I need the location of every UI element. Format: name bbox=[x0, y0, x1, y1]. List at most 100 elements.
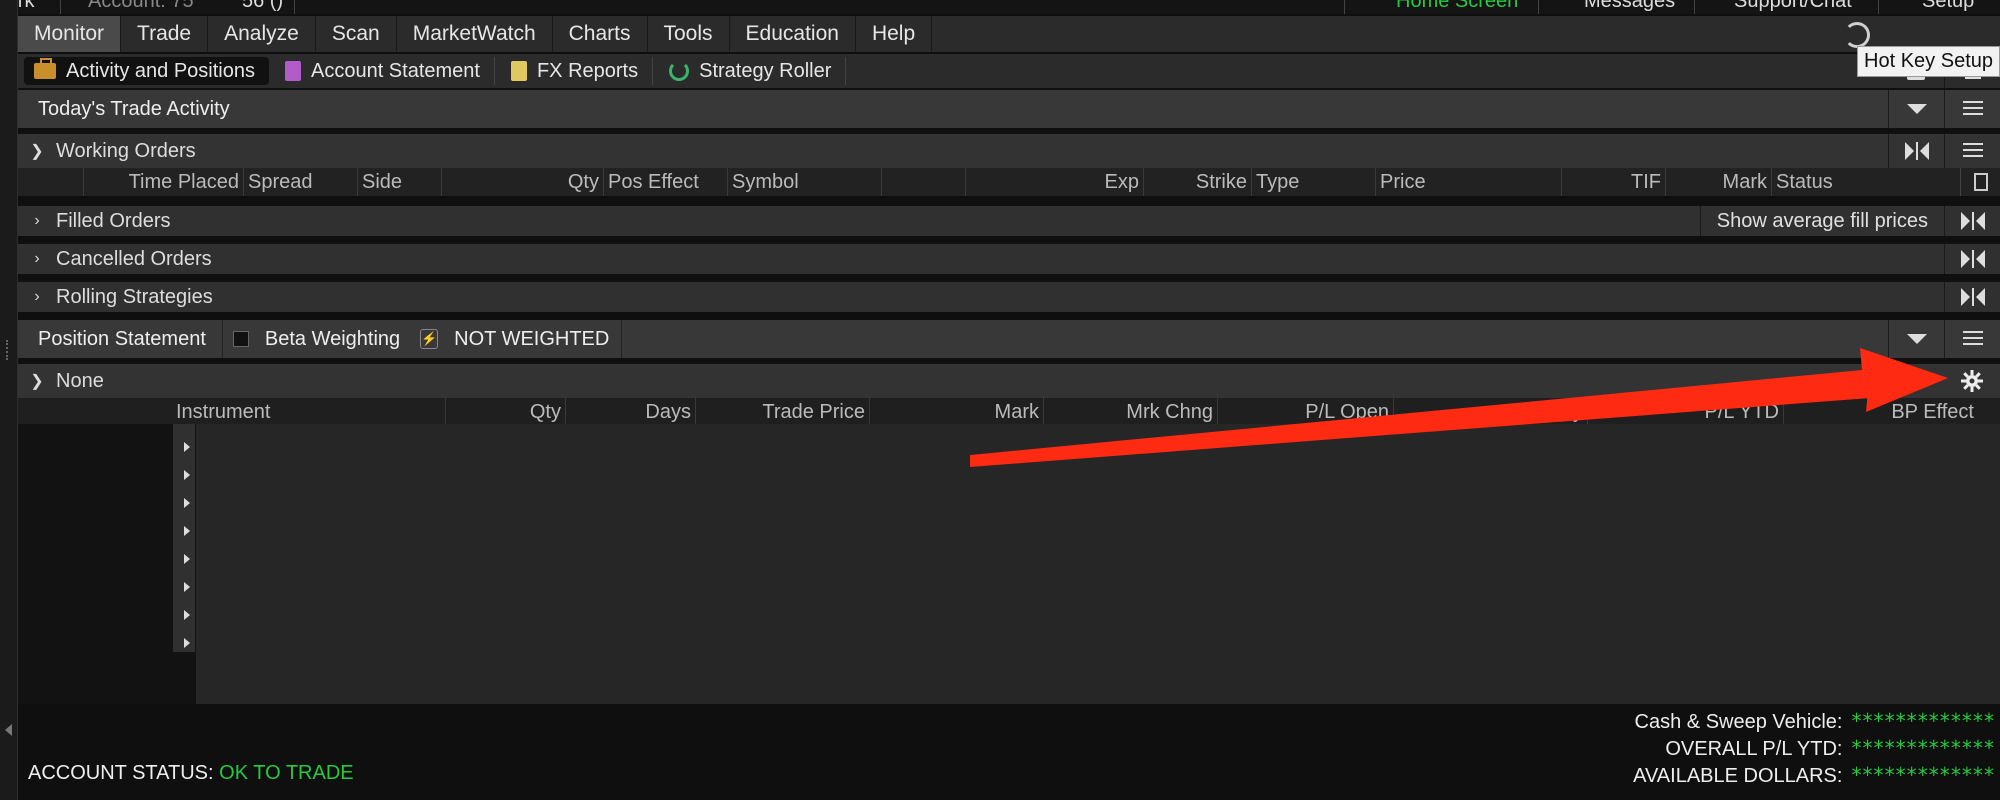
main-menu-bar: Monitor Trade Analyze Scan MarketWatch C… bbox=[18, 16, 2000, 77]
working-orders-menu-button[interactable] bbox=[1944, 134, 2000, 168]
col-qty[interactable]: Qty bbox=[442, 168, 604, 196]
expand-row-8-icon[interactable] bbox=[184, 638, 190, 648]
col-pos-effect[interactable]: Pos Effect bbox=[604, 168, 728, 196]
collapse-position-button[interactable] bbox=[1888, 320, 1944, 358]
subtab-label: Activity and Positions bbox=[66, 59, 255, 82]
account-status-value: OK TO TRADE bbox=[219, 762, 354, 784]
col-trade-price[interactable]: Trade Price bbox=[696, 398, 870, 426]
list-menu-icon bbox=[1962, 331, 1983, 347]
col-symbol[interactable]: Symbol bbox=[728, 168, 882, 196]
position-menu-button[interactable] bbox=[1944, 320, 2000, 358]
col-mark[interactable]: Mark bbox=[1666, 168, 1772, 196]
filled-orders-row[interactable]: › Filled Orders Show average fill prices bbox=[18, 204, 2000, 236]
chevron-right-icon[interactable]: › bbox=[18, 212, 56, 230]
tab-scan[interactable]: Scan bbox=[316, 16, 397, 52]
account-status: ACCOUNT STATUS: OK TO TRADE bbox=[28, 762, 354, 785]
account-value[interactable]: 56 () bbox=[242, 0, 283, 13]
subtab-activity-positions[interactable]: Activity and Positions bbox=[24, 57, 269, 85]
position-statement-title: Position Statement bbox=[18, 320, 223, 358]
group-none-label: None bbox=[56, 369, 104, 392]
tab-marketwatch[interactable]: MarketWatch bbox=[397, 16, 553, 52]
col-mrk-chng[interactable]: Mrk Chng bbox=[1044, 398, 1218, 426]
account-label[interactable]: Account: 75 bbox=[88, 0, 194, 13]
col-price[interactable]: Price bbox=[1376, 168, 1562, 196]
cancelled-orders-row[interactable]: › Cancelled Orders bbox=[18, 242, 2000, 274]
chevron-right-icon[interactable]: › bbox=[18, 250, 56, 268]
trade-activity-header: Today's Trade Activity bbox=[18, 90, 2000, 128]
rolling-strategies-row[interactable]: › Rolling Strategies bbox=[18, 280, 2000, 312]
list-menu-icon bbox=[1962, 143, 1983, 159]
lightning-icon[interactable]: ⚡ bbox=[420, 329, 439, 349]
hotkey-setup-icon[interactable] bbox=[1844, 22, 1870, 48]
col-strike[interactable]: Strike bbox=[1144, 168, 1252, 196]
col-days[interactable]: Days bbox=[566, 398, 696, 426]
group-none-row[interactable]: ❯ None bbox=[18, 362, 2000, 398]
filled-orders-label: Filled Orders bbox=[56, 209, 171, 232]
expand-row-3-icon[interactable] bbox=[184, 498, 190, 508]
columns-toggle-button[interactable] bbox=[1888, 134, 1944, 168]
col-mark[interactable]: Mark bbox=[870, 398, 1044, 426]
tab-help[interactable]: Help bbox=[856, 16, 933, 52]
refresh-icon bbox=[669, 61, 690, 81]
tab-monitor[interactable]: Monitor bbox=[18, 16, 122, 52]
beta-weighting-checkbox[interactable] bbox=[232, 331, 249, 347]
col-time-placed[interactable]: Time Placed bbox=[84, 168, 244, 196]
main-window: rork Account: 75 56 () Home Screen Messa… bbox=[18, 0, 2000, 800]
home-screen-button[interactable]: Home Screen bbox=[1396, 0, 1518, 13]
working-orders-row[interactable]: ❯ Working Orders bbox=[18, 132, 2000, 168]
messages-button[interactable]: Messages bbox=[1584, 0, 1675, 13]
show-average-fill-prices-button[interactable]: Show average fill prices bbox=[1699, 206, 1944, 236]
col-pl-open[interactable]: P/L Open bbox=[1218, 398, 1394, 426]
col-bp-effect[interactable]: BP Effect bbox=[1784, 398, 1978, 426]
chevron-right-icon[interactable]: › bbox=[18, 288, 56, 306]
position-grid bbox=[196, 424, 2000, 704]
chevron-down-icon[interactable]: ❯ bbox=[18, 371, 56, 391]
col-side[interactable]: Side bbox=[358, 168, 442, 196]
collapse-section-button[interactable] bbox=[1888, 90, 1944, 128]
subtab-strategy-roller[interactable]: Strategy Roller bbox=[659, 57, 847, 85]
filled-columns-toggle-button[interactable] bbox=[1944, 206, 2000, 236]
expand-row-5-icon[interactable] bbox=[184, 554, 190, 564]
col-status[interactable]: Status bbox=[1772, 168, 1940, 196]
col-qty[interactable]: Qty bbox=[446, 398, 566, 426]
tab-trade[interactable]: Trade bbox=[121, 16, 209, 52]
document-icon bbox=[284, 61, 301, 81]
col-pl-ytd[interactable]: P/L YTD bbox=[1588, 398, 1784, 426]
expand-row-1-icon[interactable] bbox=[184, 442, 190, 452]
col-tif[interactable]: TIF bbox=[1562, 168, 1666, 196]
col-exp[interactable]: Exp bbox=[966, 168, 1144, 196]
panel-grip-icon[interactable] bbox=[6, 340, 10, 360]
expand-row-6-icon[interactable] bbox=[184, 582, 190, 592]
bowtie-icon bbox=[1960, 250, 1985, 268]
cancelled-columns-toggle-button[interactable] bbox=[1944, 244, 2000, 274]
support-chat-button[interactable]: Support/Chat bbox=[1734, 0, 1852, 13]
chevron-down-icon[interactable]: ❯ bbox=[18, 141, 56, 161]
col-spread[interactable]: Spread bbox=[244, 168, 358, 196]
working-orders-column-header: Time Placed Spread Side Qty Pos Effect S… bbox=[18, 168, 2000, 196]
tab-education[interactable]: Education bbox=[730, 16, 856, 52]
left-panel-strip[interactable] bbox=[0, 0, 18, 800]
tab-tools[interactable]: Tools bbox=[648, 16, 730, 52]
col-instrument[interactable]: Instrument bbox=[172, 398, 446, 426]
customize-columns-icon[interactable] bbox=[1960, 168, 2000, 196]
briefcase-icon bbox=[34, 58, 56, 79]
subtab-fx-reports[interactable]: FX Reports bbox=[501, 57, 654, 85]
col-pl-day[interactable]: P/L Day bbox=[1394, 398, 1588, 426]
overall-pl-ytd-value: ************* bbox=[1850, 736, 1995, 760]
subtab-account-statement[interactable]: Account Statement bbox=[275, 57, 495, 85]
section-menu-button[interactable] bbox=[1944, 90, 2000, 128]
section-title: Today's Trade Activity bbox=[38, 97, 230, 120]
rolling-columns-toggle-button[interactable] bbox=[1944, 282, 2000, 312]
tab-analyze[interactable]: Analyze bbox=[208, 16, 316, 52]
expand-row-7-icon[interactable] bbox=[184, 610, 190, 620]
col-type[interactable]: Type bbox=[1252, 168, 1376, 196]
setup-button[interactable]: Setup bbox=[1922, 0, 1974, 13]
collapse-left-arrow-icon[interactable] bbox=[5, 724, 12, 736]
gear-icon[interactable] bbox=[1944, 364, 2000, 398]
account-status-label: ACCOUNT STATUS: bbox=[28, 762, 214, 784]
weight-status[interactable]: NOT WEIGHTED bbox=[454, 320, 623, 358]
tab-charts[interactable]: Charts bbox=[553, 16, 648, 52]
expand-row-4-icon[interactable] bbox=[184, 526, 190, 536]
expand-row-2-icon[interactable] bbox=[184, 470, 190, 480]
working-orders-label: Working Orders bbox=[56, 139, 196, 162]
